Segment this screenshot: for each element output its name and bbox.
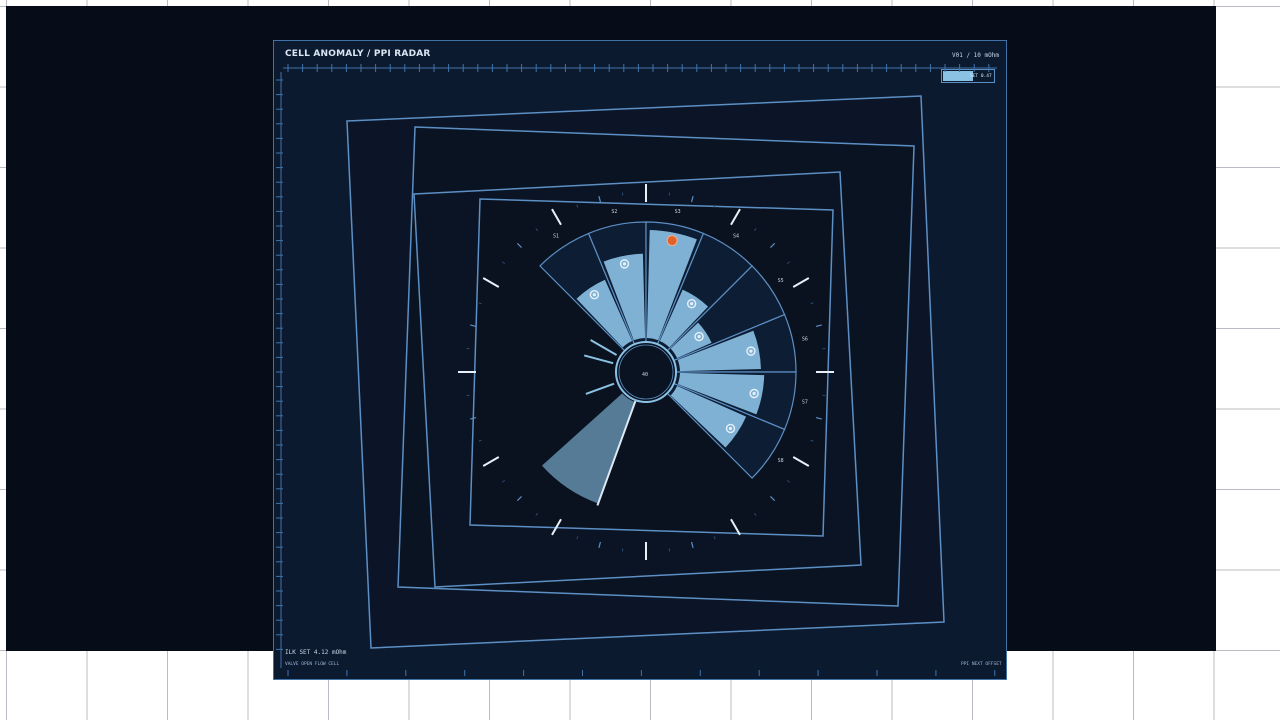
legend-swatch-fill <box>943 71 973 81</box>
panel-title: CELL ANOMALY / PPI RADAR <box>285 49 431 59</box>
status-tags: VALVE OPEN FLOW CELL <box>285 662 340 667</box>
legend-label: SET 0.47 <box>970 74 992 79</box>
radar-panel <box>273 40 1007 680</box>
range-label: V01 / 10 mOhm <box>952 52 999 59</box>
footer-right-label: PPI NEXT OFFSET <box>961 662 1002 667</box>
status-value: ILK SET 4.12 mOhm <box>285 649 347 656</box>
